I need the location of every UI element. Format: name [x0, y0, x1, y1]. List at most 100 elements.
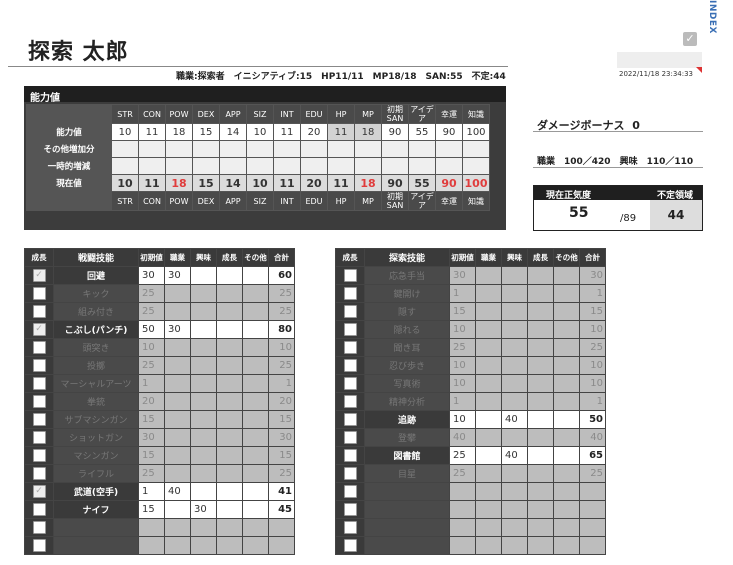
skill-job[interactable] — [164, 536, 191, 555]
growth-checkbox[interactable] — [335, 338, 365, 357]
skill-g[interactable] — [527, 284, 554, 303]
skill-g[interactable] — [216, 266, 243, 285]
skill-job[interactable] — [475, 320, 502, 339]
checkbox-icon[interactable] — [343, 539, 357, 552]
skill-int[interactable] — [501, 266, 528, 285]
skill-o[interactable] — [553, 518, 580, 537]
growth-checkbox[interactable] — [335, 320, 365, 339]
growth-checkbox[interactable] — [24, 302, 54, 321]
stat-mod-1-9[interactable] — [354, 140, 382, 158]
skill-o[interactable] — [553, 428, 580, 447]
skill-g[interactable] — [527, 392, 554, 411]
growth-checkbox[interactable] — [24, 464, 54, 483]
skill-job[interactable] — [164, 338, 191, 357]
stat-mod-2-12[interactable] — [435, 157, 463, 175]
sanity-value[interactable]: 55 — [569, 205, 588, 221]
skill-job[interactable] — [475, 266, 502, 285]
skill-int[interactable] — [501, 536, 528, 555]
skill-g[interactable] — [527, 320, 554, 339]
checkbox-icon[interactable] — [32, 341, 46, 354]
skill-o[interactable] — [553, 410, 580, 429]
skill-g[interactable] — [216, 356, 243, 375]
growth-checkbox[interactable] — [24, 518, 54, 537]
skill-o[interactable] — [242, 374, 269, 393]
skill-int[interactable] — [501, 464, 528, 483]
checkbox-icon[interactable] — [343, 269, 357, 282]
skill-job[interactable] — [475, 536, 502, 555]
growth-checkbox[interactable] — [335, 356, 365, 375]
skill-int[interactable] — [501, 428, 528, 447]
skill-o[interactable] — [553, 284, 580, 303]
growth-checkbox[interactable] — [24, 536, 54, 555]
skill-job[interactable] — [164, 410, 191, 429]
growth-checkbox[interactable] — [335, 302, 365, 321]
stat-mod-2-3[interactable] — [192, 157, 220, 175]
skill-int[interactable]: 30 — [190, 500, 217, 519]
checkbox-icon[interactable] — [32, 539, 46, 552]
skill-g[interactable] — [216, 500, 243, 519]
stat-mod-1-13[interactable] — [462, 140, 490, 158]
skill-o[interactable] — [242, 410, 269, 429]
growth-checkbox[interactable] — [335, 410, 365, 429]
growth-checkbox[interactable] — [24, 338, 54, 357]
skill-o[interactable] — [553, 464, 580, 483]
stat-base-1[interactable]: 11 — [138, 123, 166, 141]
index-tab[interactable]: INDEX — [703, 0, 717, 34]
skill-o[interactable] — [553, 302, 580, 321]
stat-mod-1-6[interactable] — [273, 140, 301, 158]
checkmark-icon[interactable]: ✓ — [683, 32, 697, 46]
skill-g[interactable] — [216, 320, 243, 339]
growth-checkbox[interactable] — [335, 392, 365, 411]
skill-int[interactable] — [190, 320, 217, 339]
skill-job[interactable]: 30 — [164, 320, 191, 339]
stat-base-7[interactable]: 20 — [300, 123, 328, 141]
skill-int[interactable] — [501, 320, 528, 339]
skill-g[interactable] — [527, 410, 554, 429]
skill-g[interactable] — [216, 464, 243, 483]
growth-checkbox[interactable] — [335, 428, 365, 447]
skill-o[interactable] — [242, 284, 269, 303]
checkbox-icon[interactable] — [32, 449, 46, 462]
skill-job[interactable] — [475, 338, 502, 357]
skill-g[interactable] — [527, 374, 554, 393]
skill-job[interactable] — [475, 392, 502, 411]
stat-mod-2-4[interactable] — [219, 157, 247, 175]
growth-checkbox[interactable]: ✓ — [24, 320, 54, 339]
checkbox-icon[interactable] — [343, 521, 357, 534]
growth-checkbox[interactable] — [335, 464, 365, 483]
growth-checkbox[interactable] — [24, 284, 54, 303]
skill-int[interactable]: 40 — [501, 410, 528, 429]
checkbox-icon[interactable] — [343, 503, 357, 516]
skill-g[interactable] — [527, 536, 554, 555]
stat-base-10[interactable]: 90 — [381, 123, 409, 141]
skill-job[interactable] — [475, 518, 502, 537]
stat-mod-2-2[interactable] — [165, 157, 193, 175]
stat-base-11[interactable]: 55 — [408, 123, 436, 141]
skill-o[interactable] — [242, 482, 269, 501]
stat-mod-1-7[interactable] — [300, 140, 328, 158]
checkbox-icon[interactable] — [343, 377, 357, 390]
stat-mod-2-5[interactable] — [246, 157, 274, 175]
checkbox-icon[interactable] — [343, 287, 357, 300]
growth-checkbox[interactable] — [24, 446, 54, 465]
stat-mod-1-1[interactable] — [138, 140, 166, 158]
growth-checkbox[interactable] — [335, 500, 365, 519]
skill-g[interactable] — [527, 464, 554, 483]
skill-g[interactable] — [527, 428, 554, 447]
skill-o[interactable] — [242, 302, 269, 321]
checkbox-icon[interactable] — [32, 431, 46, 444]
skill-int[interactable] — [190, 284, 217, 303]
stat-base-13[interactable]: 100 — [462, 123, 490, 141]
checkbox-icon[interactable] — [343, 449, 357, 462]
skill-job[interactable] — [164, 392, 191, 411]
stat-mod-2-10[interactable] — [381, 157, 409, 175]
skill-job[interactable] — [475, 464, 502, 483]
skill-o[interactable] — [242, 392, 269, 411]
growth-checkbox[interactable] — [335, 518, 365, 537]
growth-checkbox[interactable]: ✓ — [24, 482, 54, 501]
skill-o[interactable] — [242, 428, 269, 447]
stat-mod-1-4[interactable] — [219, 140, 247, 158]
checkbox-icon[interactable] — [343, 413, 357, 426]
stat-base-5[interactable]: 10 — [246, 123, 274, 141]
skill-job[interactable] — [475, 302, 502, 321]
